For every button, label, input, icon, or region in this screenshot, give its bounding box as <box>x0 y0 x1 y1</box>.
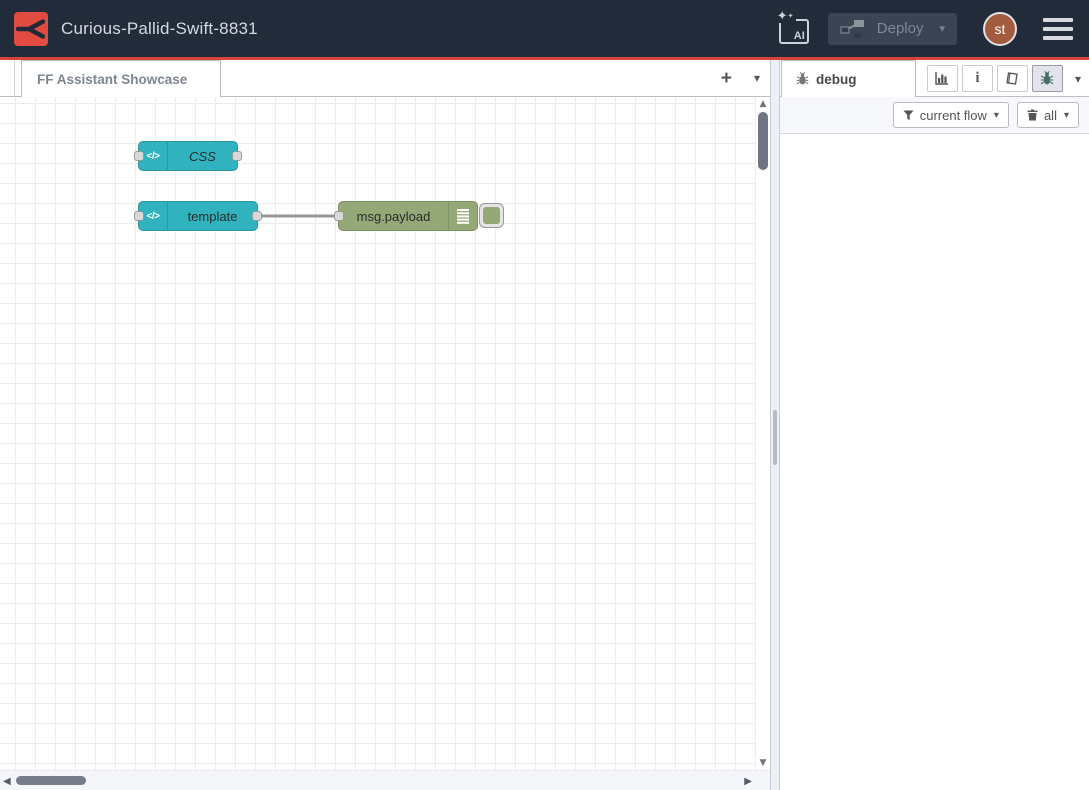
debug-toggle-button[interactable] <box>479 203 504 228</box>
scroll-up-icon[interactable]: ▲ <box>756 99 770 109</box>
node-debug-msg-payload[interactable]: msg.payload <box>338 201 478 231</box>
scroll-right-icon[interactable]: ▶ <box>744 776 752 787</box>
main-area: FF Assistant Showcase + ▾ </> <box>0 60 1089 790</box>
input-port[interactable] <box>334 211 344 221</box>
project-title: Curious-Pallid-Swift-8831 <box>61 19 776 39</box>
sparkle-icon: ✦✦ <box>775 10 796 23</box>
tabbar-actions: + ▾ <box>721 60 760 96</box>
dashboard-chart-button[interactable] <box>927 65 958 92</box>
book-icon <box>1005 72 1019 85</box>
logo-branch-icon <box>16 14 46 44</box>
debug-sidebar: debug i <box>780 60 1089 790</box>
hamburger-icon <box>1043 18 1073 22</box>
deploy-caret-icon[interactable]: ▾ <box>939 22 945 35</box>
horizontal-scroll-thumb[interactable] <box>16 776 86 785</box>
scroll-left-icon[interactable]: ◀ <box>3 776 11 787</box>
node-label: CSS <box>168 149 237 164</box>
scroll-down-icon[interactable]: ▼ <box>756 758 770 768</box>
avatar-initials: st <box>995 21 1006 37</box>
ai-label: AI <box>794 30 805 42</box>
debug-filter-button[interactable]: current flow ▾ <box>893 102 1009 128</box>
clear-scope-label: all <box>1044 108 1057 123</box>
sidebar-options-caret-icon[interactable]: ▾ <box>1075 72 1081 86</box>
app-window: Curious-Pallid-Swift-8831 AI ✦✦ Deploy ▾… <box>0 0 1089 790</box>
vertical-scroll-thumb[interactable] <box>758 112 768 170</box>
bug-icon <box>796 72 809 86</box>
debug-clear-button[interactable]: all ▾ <box>1017 102 1079 128</box>
deploy-label: Deploy <box>877 20 924 37</box>
deploy-button[interactable]: Deploy ▾ <box>828 13 957 45</box>
debug-toolbar: current flow ▾ all ▾ <box>780 97 1089 134</box>
input-port[interactable] <box>134 211 144 221</box>
node-label: template <box>168 209 257 224</box>
debug-message-list[interactable] <box>780 134 1089 790</box>
tabbar-edge <box>14 60 15 96</box>
help-button[interactable] <box>997 65 1028 92</box>
ai-assistant-button[interactable]: AI ✦✦ <box>776 13 810 45</box>
horizontal-scrollbar[interactable]: ◀ ▶ <box>0 770 770 790</box>
app-logo-icon[interactable] <box>14 12 48 46</box>
hamburger-icon <box>1043 27 1073 31</box>
debug-messages-button[interactable] <box>1032 65 1063 92</box>
info-icon: i <box>975 71 979 86</box>
user-avatar[interactable]: st <box>983 12 1017 46</box>
vertical-scrollbar[interactable]: ▲ ▼ <box>756 97 770 770</box>
node-label: msg.payload <box>339 209 448 224</box>
sidebar-tabbar: debug i <box>780 60 1089 97</box>
workspace-tab-label: FF Assistant Showcase <box>37 72 187 87</box>
info-button[interactable]: i <box>962 65 993 92</box>
filter-caret-icon: ▾ <box>994 110 999 121</box>
node-template[interactable]: </> template <box>138 201 258 231</box>
sidebar-tab-buttons: i ▾ <box>927 65 1081 92</box>
deploy-icon <box>840 18 865 40</box>
bar-chart-icon <box>935 72 949 85</box>
workspace-tabbar: FF Assistant Showcase + ▾ <box>0 60 770 97</box>
debug-tab-label: debug <box>816 72 857 87</box>
canvas-row: </> CSS </> template <box>0 97 770 770</box>
trash-icon <box>1027 109 1038 121</box>
main-menu-button[interactable] <box>1041 14 1075 44</box>
justify-icon <box>448 202 477 230</box>
hamburger-icon <box>1043 36 1073 40</box>
tab-ff-assistant-showcase[interactable]: FF Assistant Showcase <box>21 60 221 97</box>
wire-layer <box>0 97 756 770</box>
bug-icon <box>1040 71 1054 86</box>
flow-canvas[interactable]: </> CSS </> template <box>0 97 756 770</box>
header: Curious-Pallid-Swift-8831 AI ✦✦ Deploy ▾… <box>0 0 1089 57</box>
flow-list-caret-icon[interactable]: ▾ <box>754 71 760 85</box>
debug-toggle-state <box>483 207 500 224</box>
add-flow-button[interactable]: + <box>721 69 732 88</box>
node-css-template[interactable]: </> CSS <box>138 141 238 171</box>
output-port[interactable] <box>232 151 242 161</box>
tab-debug[interactable]: debug <box>781 60 916 97</box>
input-port[interactable] <box>134 151 144 161</box>
sidebar-resize-divider[interactable] <box>770 60 780 790</box>
workspace: FF Assistant Showcase + ▾ </> <box>0 60 770 790</box>
filter-funnel-icon <box>903 110 914 121</box>
clear-caret-icon: ▾ <box>1064 110 1069 121</box>
output-port[interactable] <box>252 211 262 221</box>
divider-drag-handle[interactable] <box>773 410 777 465</box>
filter-label: current flow <box>920 108 987 123</box>
